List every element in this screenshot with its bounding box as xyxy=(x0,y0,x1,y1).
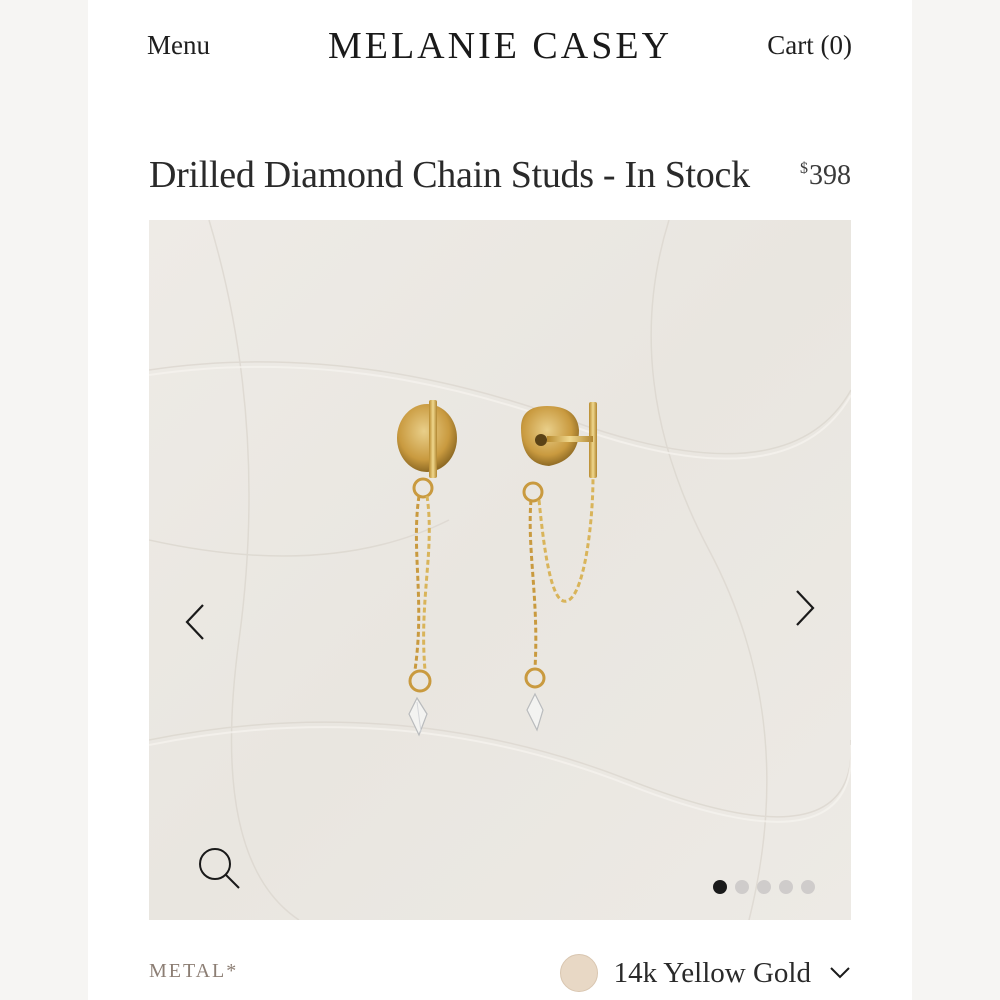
zoom-button[interactable] xyxy=(195,844,243,892)
gallery-next-button[interactable] xyxy=(785,578,825,638)
metal-selected-value: 14k Yellow Gold xyxy=(613,956,811,989)
metal-color-swatch xyxy=(559,954,598,992)
gallery-dot-4[interactable] xyxy=(779,880,793,894)
product-title: Drilled Diamond Chain Studs - In Stock xyxy=(149,154,750,196)
product-options: METAL* 14k Yellow Gold xyxy=(149,945,851,1000)
chevron-right-icon xyxy=(796,590,815,626)
site-header: Menu MELANIE CASEY Cart (0) xyxy=(88,0,912,100)
gallery-dot-5[interactable] xyxy=(801,880,815,894)
product-image-gallery[interactable] xyxy=(149,220,851,920)
cart-link[interactable]: Cart (0) xyxy=(767,30,852,61)
product-price: $398 xyxy=(800,160,851,192)
metal-select[interactable]: 14k Yellow Gold xyxy=(559,951,851,995)
gallery-dot-3[interactable] xyxy=(757,880,771,894)
gallery-prev-button[interactable] xyxy=(175,592,215,652)
chevron-down-icon xyxy=(830,967,850,979)
product-photo xyxy=(149,220,851,920)
currency-symbol: $ xyxy=(800,160,808,177)
gallery-pagination xyxy=(713,880,815,894)
gallery-dot-2[interactable] xyxy=(735,880,749,894)
chevron-left-icon xyxy=(185,604,204,640)
magnifier-icon xyxy=(199,848,240,889)
product-page: Menu MELANIE CASEY Cart (0) Drilled Diam… xyxy=(88,0,912,1000)
gallery-dot-1[interactable] xyxy=(713,880,727,894)
metal-option-label: METAL* xyxy=(149,960,239,982)
price-value: 398 xyxy=(809,160,851,191)
